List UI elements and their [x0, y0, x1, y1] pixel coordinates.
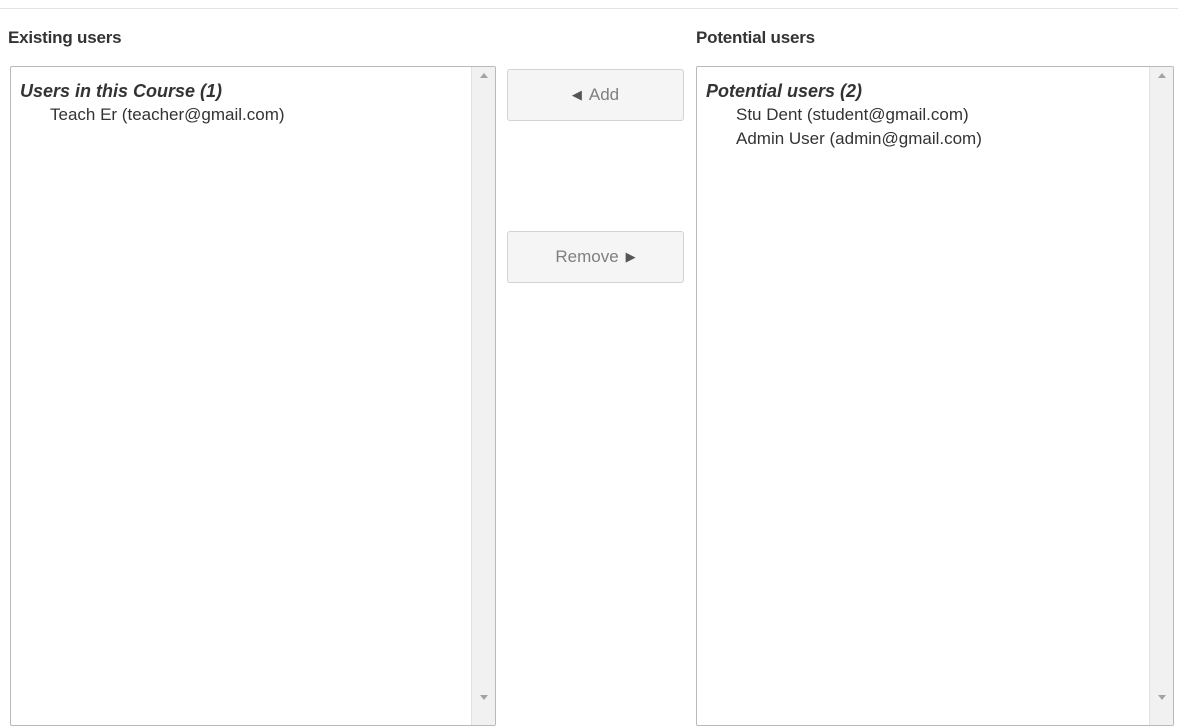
- list-item[interactable]: Teach Er (teacher@gmail.com): [20, 103, 471, 127]
- remove-button[interactable]: Remove ▶: [507, 231, 684, 283]
- existing-users-scrollbar[interactable]: [471, 67, 495, 725]
- existing-users-heading: Existing users: [8, 28, 122, 47]
- scroll-down-arrow-icon[interactable]: [1158, 695, 1166, 700]
- scroll-up-arrow-icon[interactable]: [480, 73, 488, 78]
- potential-users-heading: Potential users: [696, 28, 815, 47]
- potential-users-group-label: Potential users (2): [706, 81, 863, 101]
- add-button-label: Add: [588, 85, 620, 104]
- list-item[interactable]: Admin User (admin@gmail.com): [706, 127, 1149, 151]
- scroll-down-arrow-icon[interactable]: [480, 695, 488, 700]
- potential-users-listbox[interactable]: Potential users (2) Stu Dent (student@gm…: [696, 66, 1174, 726]
- list-item[interactable]: Stu Dent (student@gmail.com): [706, 103, 1149, 127]
- remove-button-label: Remove: [555, 247, 619, 266]
- potential-users-list: Potential users (2) Stu Dent (student@gm…: [697, 67, 1149, 725]
- right-arrow-icon: ▶: [625, 249, 636, 264]
- existing-users-list: Users in this Course (1) Teach Er (teach…: [11, 67, 471, 725]
- top-divider: [0, 8, 1178, 9]
- left-arrow-icon: ◀: [571, 87, 582, 102]
- add-button[interactable]: ◀ Add: [507, 69, 684, 121]
- existing-users-group-label: Users in this Course (1): [20, 81, 223, 101]
- potential-users-scrollbar[interactable]: [1149, 67, 1173, 725]
- existing-users-listbox[interactable]: Users in this Course (1) Teach Er (teach…: [10, 66, 496, 726]
- scroll-up-arrow-icon[interactable]: [1158, 73, 1166, 78]
